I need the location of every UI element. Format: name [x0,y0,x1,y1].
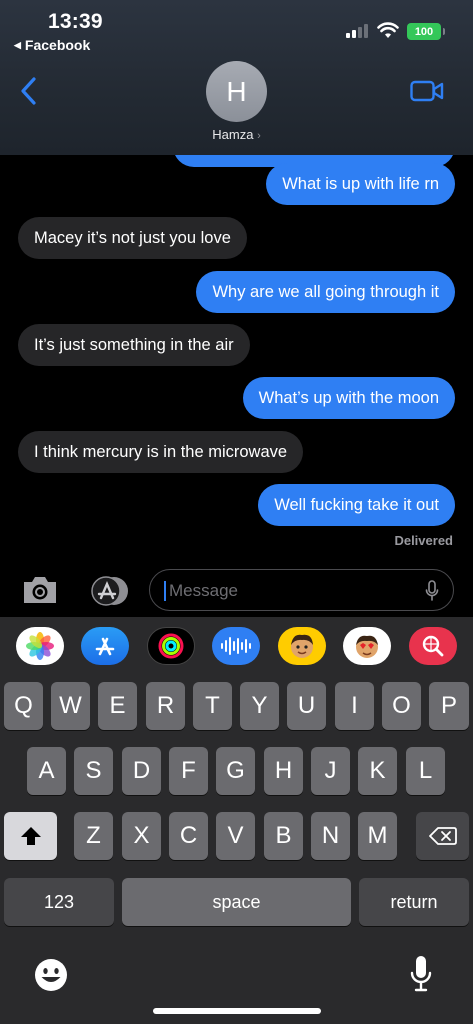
message-input[interactable]: Message [149,569,454,611]
key-e[interactable]: E [98,682,137,730]
message-text: What is up with life rn [282,175,439,193]
memoji-stickers-icon[interactable] [343,627,391,665]
back-chevron-icon[interactable] [18,76,40,106]
key-o[interactable]: O [382,682,421,730]
conversation-header: 13:39 ◀ Facebook 100 H Hamza › [0,0,473,155]
message-bubble-outgoing[interactable]: What is up with life rn [266,163,455,205]
key-f[interactable]: F [169,747,208,795]
message-bubble-outgoing[interactable]: What’s up with the moon [242,377,455,419]
message-placeholder: Message [169,581,238,600]
avatar-initial: H [226,75,247,107]
key-p[interactable]: P [429,682,469,730]
app-store-icon[interactable] [81,627,129,665]
web-search-icon[interactable] [409,627,457,665]
key-j[interactable]: J [311,747,350,795]
chevron-right-icon: › [257,130,261,142]
message-text: Macey it’s not just you love [34,229,231,247]
message-text: I think mercury is in the microwave [34,443,288,461]
contact-avatar[interactable]: H [206,61,267,122]
contact-name-button[interactable]: Hamza › [0,127,473,142]
imessage-app-drawer [0,627,473,669]
return-key[interactable]: return [359,878,469,926]
message-text: Why are we all going through it [212,283,439,301]
app-drawer-icon[interactable] [84,576,130,606]
status-time: 13:39 [48,10,103,33]
shift-arrow-icon [20,827,41,845]
message-bubble-incoming[interactable]: I think mercury is in the microwave [18,431,304,473]
photos-icon[interactable] [16,627,64,665]
dictation-icon[interactable] [410,955,432,993]
space-key[interactable]: space [122,878,351,926]
key-x[interactable]: X [122,812,161,860]
key-y[interactable]: Y [240,682,279,730]
key-n[interactable]: N [311,812,350,860]
key-b[interactable]: B [264,812,303,860]
key-d[interactable]: D [122,747,161,795]
message-bubble-outgoing[interactable]: Why are we all going through it [196,271,455,313]
facetime-video-icon[interactable] [410,80,444,102]
key-i[interactable]: I [335,682,374,730]
shift-key[interactable] [4,812,57,860]
activity-icon[interactable] [147,627,195,665]
key-u[interactable]: U [287,682,326,730]
memoji-icon[interactable] [278,627,326,665]
key-k[interactable]: K [358,747,397,795]
back-to-app-link[interactable]: ◀ Facebook [14,37,90,53]
key-v[interactable]: V [216,812,255,860]
message-thread[interactable]: What is up with life rn Macey it’s not j… [0,155,473,567]
emoji-icon[interactable] [33,957,69,993]
key-w[interactable]: W [51,682,90,730]
wifi-icon [377,22,399,38]
numbers-key[interactable]: 123 [4,878,114,926]
back-triangle-icon: ◀ [14,39,21,50]
contact-name: Hamza [212,127,254,142]
message-text: It’s just something in the air [34,336,234,354]
message-text: Well fucking take it out [274,496,439,514]
home-indicator[interactable] [153,1008,321,1014]
key-c[interactable]: C [169,812,208,860]
text-caret [164,581,166,601]
key-z[interactable]: Z [74,812,113,860]
key-g[interactable]: G [216,747,255,795]
battery-indicator: 100 [407,23,445,40]
message-bubble-incoming[interactable]: Macey it’s not just you love [18,217,247,259]
message-bubble-outgoing[interactable]: Well fucking take it out [258,484,455,526]
key-a[interactable]: A [27,747,66,795]
audio-message-icon[interactable] [212,627,260,665]
dictation-mic-icon[interactable] [425,580,439,602]
cellular-signal-icon [346,24,370,38]
message-bubble-incoming[interactable]: It’s just something in the air [18,324,250,366]
delete-key[interactable] [416,812,469,860]
key-m[interactable]: M [358,812,397,860]
key-h[interactable]: H [264,747,303,795]
delivery-status: Delivered [394,533,453,548]
message-text: What’s up with the moon [258,389,439,407]
key-t[interactable]: T [193,682,232,730]
key-s[interactable]: S [74,747,113,795]
key-l[interactable]: L [406,747,445,795]
key-q[interactable]: Q [4,682,43,730]
camera-icon[interactable] [21,574,59,606]
back-app-label: Facebook [24,37,91,53]
backspace-icon [428,827,457,845]
key-r[interactable]: R [146,682,185,730]
